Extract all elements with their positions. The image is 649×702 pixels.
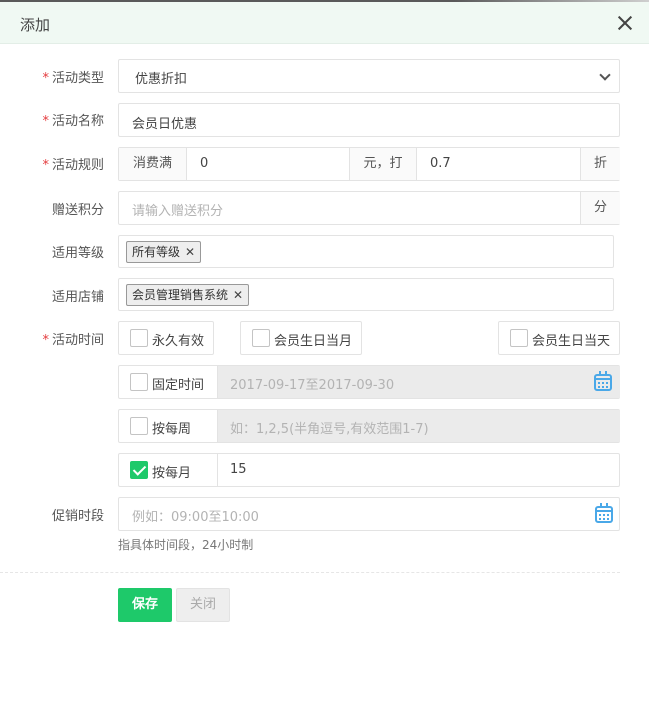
- activity-name-input[interactable]: 会员日优惠: [118, 103, 620, 137]
- store-tag: 会员管理销售系统 ✕: [126, 284, 250, 306]
- permanent-label: 永久有效: [152, 334, 205, 349]
- fixed-time-group: 固定时间 2017-09-17至2017-09-30: [118, 365, 620, 399]
- permanent-checkbox[interactable]: [130, 329, 148, 347]
- monthly-checkbox[interactable]: [130, 461, 148, 479]
- birthday-month-label: 会员生日当月: [274, 334, 353, 349]
- weekly-label: 按每周: [152, 422, 192, 437]
- rule-discount-input[interactable]: 0.7: [430, 156, 451, 171]
- level-tag: 所有等级 ✕: [126, 241, 202, 263]
- stores-select[interactable]: 会员管理销售系统 ✕: [118, 278, 614, 311]
- required-mark: *: [42, 71, 49, 86]
- rule-amount-input[interactable]: 0: [200, 156, 208, 171]
- monthly-input[interactable]: 15: [217, 454, 620, 486]
- promo-period-placeholder: 例如：09:00至10:00: [132, 510, 259, 525]
- calendar-icon[interactable]: [595, 503, 613, 523]
- weekly-group: 按每周 如：1,2,5(半角逗号,有效范围1-7): [118, 409, 620, 443]
- close-button[interactable]: 关闭: [176, 588, 230, 622]
- birthday-day-option[interactable]: 会员生日当天: [498, 321, 620, 355]
- promo-period-label: 促销时段: [51, 509, 104, 524]
- monthly-value: 15: [230, 462, 247, 477]
- promo-period-input[interactable]: 例如：09:00至10:00: [118, 497, 620, 531]
- bonus-points-input[interactable]: 请输入赠送积分: [132, 200, 223, 219]
- chevron-down-icon: [599, 69, 611, 81]
- rule-prefix-addon: 消费满: [119, 148, 187, 180]
- weekly-placeholder: 如：1,2,5(半角逗号,有效范围1-7): [230, 422, 429, 437]
- add-activity-dialog: 添加 * 活动类型 优惠折扣 * 活动名称 会员日优惠 * 活动规则 消费满 0 元，…: [0, 0, 649, 702]
- activity-name-value: 会员日优惠: [132, 117, 198, 132]
- fixed-time-label: 固定时间: [152, 378, 205, 393]
- promo-period-hint: 指具体时间段，24小时制: [118, 538, 254, 552]
- birthday-month-option[interactable]: 会员生日当月: [240, 321, 362, 355]
- birthday-day-checkbox[interactable]: [510, 329, 528, 347]
- weekly-checkbox[interactable]: [130, 417, 148, 435]
- fixed-time-value: 2017-09-17至2017-09-30: [230, 378, 395, 393]
- fixed-time-checkbox[interactable]: [130, 373, 148, 391]
- footer-divider: [0, 572, 620, 573]
- birthday-month-checkbox[interactable]: [252, 329, 270, 347]
- required-mark: *: [42, 114, 49, 129]
- activity-rule-label: * 活动规则: [42, 158, 104, 173]
- bonus-points-group: 请输入赠送积分 分: [118, 191, 620, 225]
- fixed-time-input[interactable]: 2017-09-17至2017-09-30: [217, 366, 620, 398]
- activity-type-select[interactable]: 优惠折扣: [118, 59, 620, 93]
- bonus-points-suffix: 分: [580, 192, 620, 224]
- required-mark: *: [42, 158, 49, 173]
- rule-middle-addon: 元，打: [349, 148, 417, 180]
- rule-suffix-addon: 折: [580, 148, 620, 180]
- stores-label: 适用店铺: [51, 290, 104, 305]
- levels-select[interactable]: 所有等级 ✕: [118, 235, 614, 268]
- bonus-points-label: 赠送积分: [51, 203, 104, 218]
- birthday-day-label: 会员生日当天: [532, 334, 611, 349]
- save-button[interactable]: 保存: [118, 588, 172, 622]
- activity-type-value: 优惠折扣: [135, 72, 188, 87]
- weekly-input[interactable]: 如：1,2,5(半角逗号,有效范围1-7): [217, 410, 620, 442]
- activity-name-label: * 活动名称: [42, 114, 104, 129]
- remove-tag-icon[interactable]: ✕: [233, 285, 243, 305]
- monthly-label: 按每月: [152, 466, 192, 481]
- permanent-option[interactable]: 永久有效: [118, 321, 214, 355]
- calendar-icon[interactable]: [594, 371, 612, 391]
- remove-tag-icon[interactable]: ✕: [185, 242, 195, 262]
- monthly-group: 按每月 15: [118, 453, 620, 487]
- levels-label: 适用等级: [51, 246, 104, 261]
- dialog-title: 添加: [20, 16, 51, 34]
- required-mark: *: [42, 333, 49, 348]
- activity-time-label: * 活动时间: [42, 333, 104, 348]
- activity-type-label: * 活动类型: [42, 71, 104, 86]
- dialog-header: 添加: [0, 2, 649, 44]
- activity-rule-group: 消费满 0 元，打 0.7 折: [118, 147, 620, 181]
- close-icon[interactable]: [615, 13, 635, 33]
